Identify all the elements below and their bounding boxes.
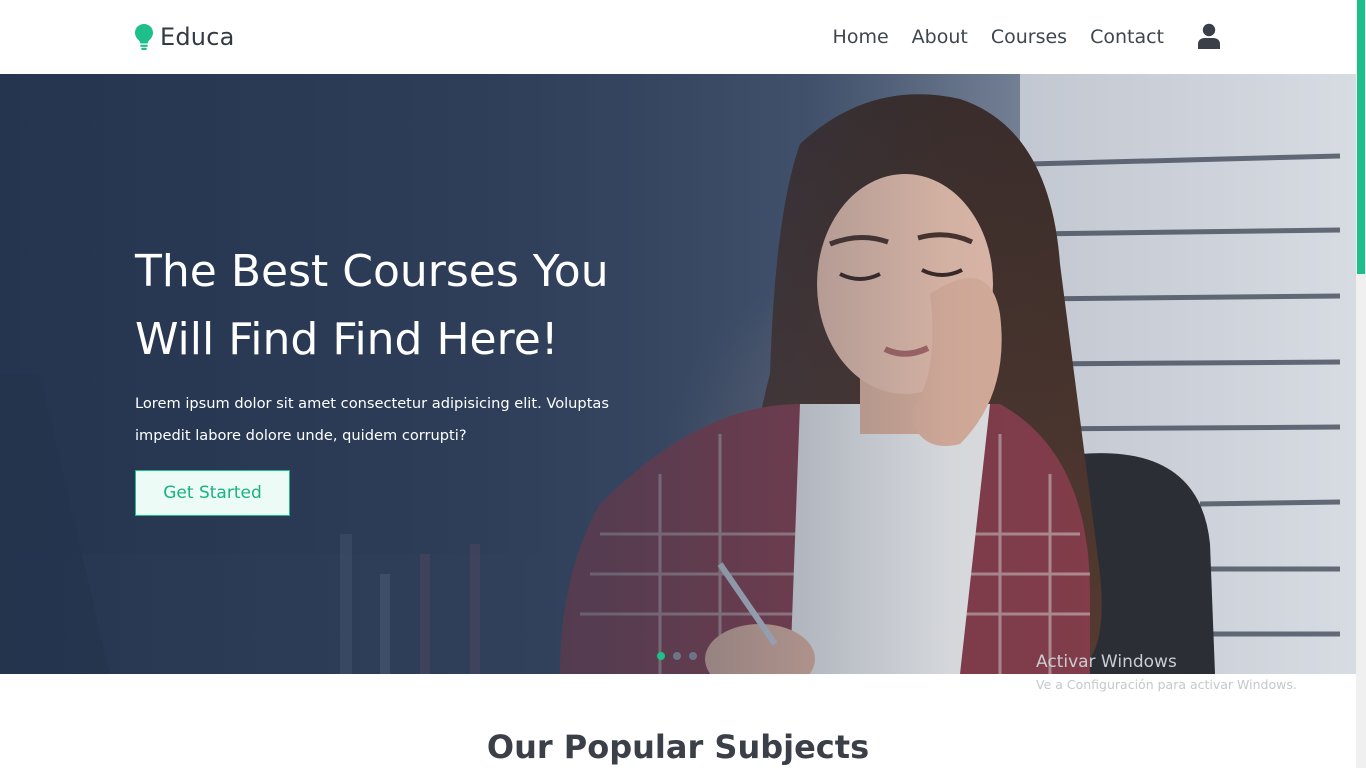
nav-link-courses[interactable]: Courses	[991, 24, 1067, 50]
navbar: Educa Home About Courses Contact	[0, 0, 1356, 74]
user-icon[interactable]	[1197, 23, 1221, 49]
hero-description: Lorem ipsum dolor sit amet consectetur a…	[135, 395, 609, 444]
watermark-title: Activar Windows	[1036, 652, 1177, 672]
hero-section: The Best Courses You Will Find Find Here…	[0, 74, 1356, 674]
carousel-dot-1[interactable]	[657, 652, 665, 660]
popular-subjects-title: Our Popular Subjects	[486, 728, 870, 766]
nav-link-contact[interactable]: Contact	[1090, 24, 1164, 50]
windows-activation-watermark: Activar Windows Ve a Configuración para …	[1036, 650, 1297, 696]
nav-link-home[interactable]: Home	[833, 24, 889, 50]
get-started-button[interactable]: Get Started	[135, 470, 290, 516]
lightbulb-icon	[135, 24, 153, 50]
hero-title-line-2: Will Find Find Here!	[135, 314, 559, 365]
hero-title: The Best Courses You Will Find Find Here…	[135, 238, 655, 374]
hero-title-line-1: The Best Courses You	[135, 246, 609, 297]
carousel-dot-3[interactable]	[689, 652, 697, 660]
page-scrollbar[interactable]	[1356, 0, 1366, 768]
carousel-dots	[657, 652, 705, 660]
main-nav: Home About Courses Contact	[810, 24, 1164, 50]
brand-name: Educa	[160, 23, 235, 51]
carousel-dot-2[interactable]	[673, 652, 681, 660]
scrollbar-thumb[interactable]	[1357, 0, 1365, 274]
nav-link-about[interactable]: About	[912, 24, 968, 50]
hero-content: The Best Courses You Will Find Find Here…	[135, 238, 655, 516]
brand-logo-link[interactable]: Educa	[134, 22, 235, 52]
watermark-subtitle: Ve a Configuración para activar Windows.	[1036, 677, 1297, 692]
